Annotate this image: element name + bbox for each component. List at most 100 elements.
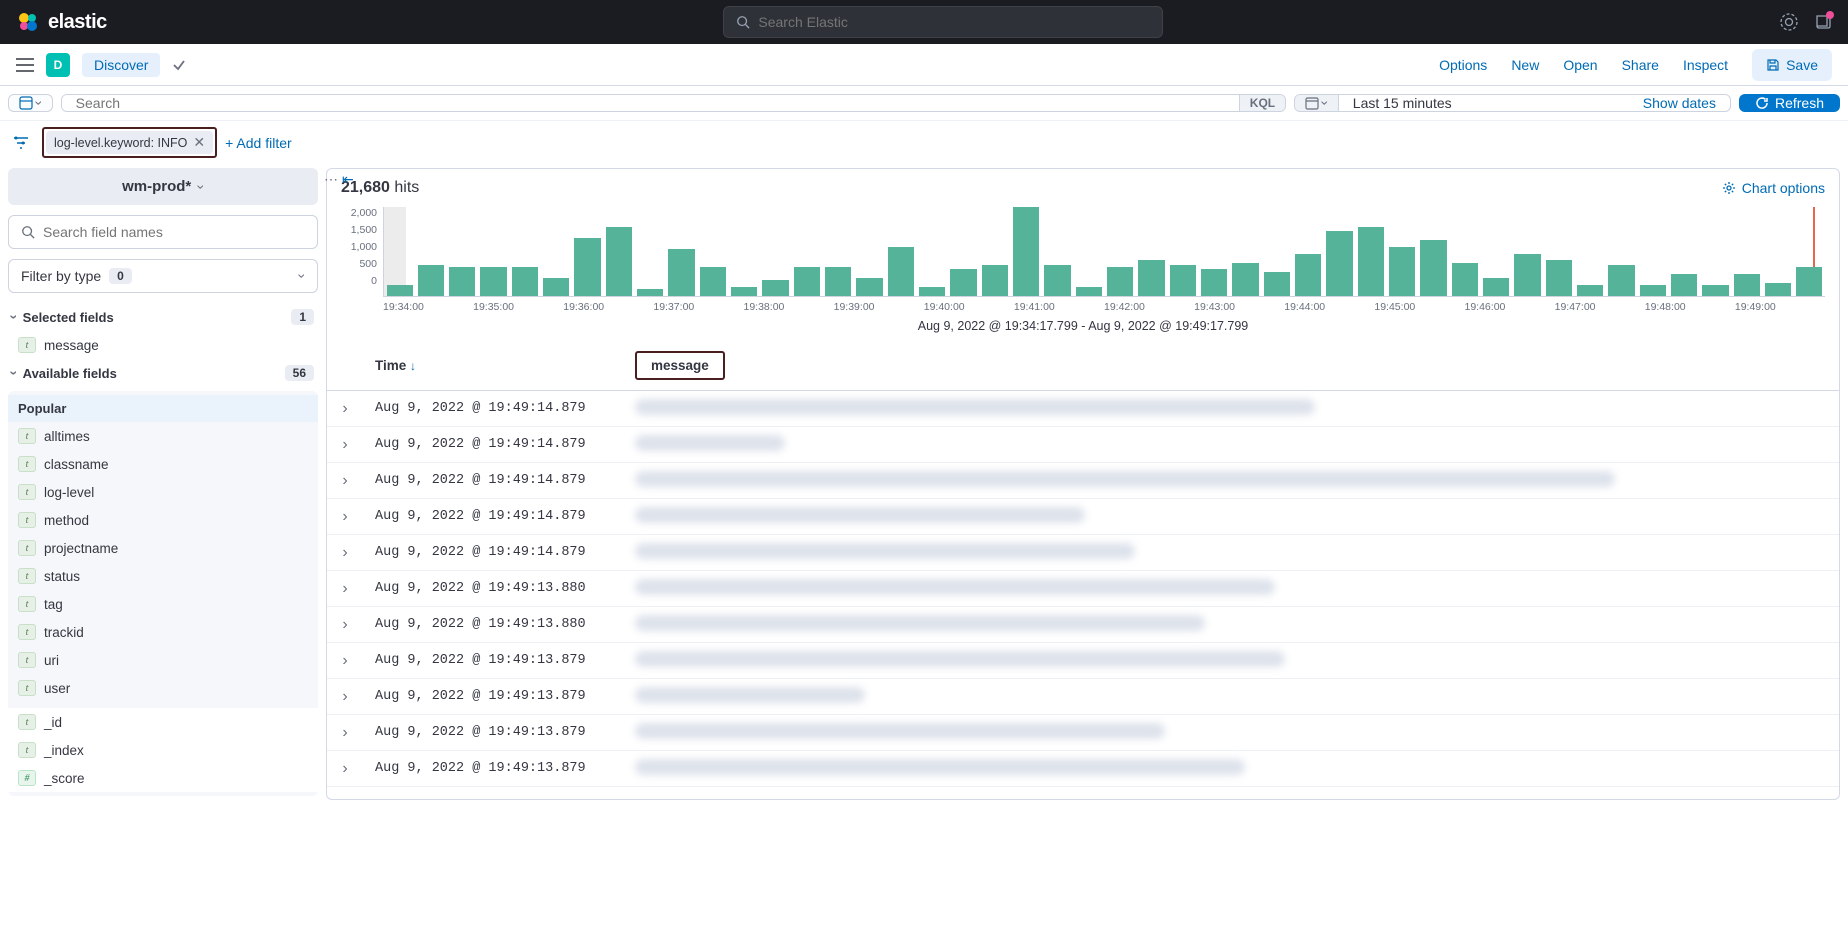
dataview-selector[interactable]: wm-prod* <box>8 168 318 205</box>
chart-bar[interactable] <box>731 287 757 296</box>
histogram-chart[interactable]: 2,0001,5001,0005000 19:34:0019:35:0019:3… <box>327 207 1839 341</box>
field-item[interactable]: tlog-level <box>8 478 318 506</box>
chart-bar[interactable] <box>1671 274 1697 296</box>
chart-bar[interactable] <box>387 285 413 296</box>
chart-bar[interactable] <box>1420 240 1446 296</box>
expand-row-button[interactable] <box>327 499 363 535</box>
open-link[interactable]: Open <box>1563 57 1597 73</box>
field-item[interactable]: t_index <box>8 736 318 764</box>
expand-row-button[interactable] <box>327 679 363 715</box>
expand-row-button[interactable] <box>327 535 363 571</box>
refresh-button[interactable]: Refresh <box>1739 94 1840 112</box>
column-time[interactable]: Time ↓ <box>363 341 623 391</box>
inspect-link[interactable]: Inspect <box>1683 57 1728 73</box>
filter-menu-icon[interactable] <box>8 134 34 152</box>
chart-bar[interactable] <box>1608 265 1634 296</box>
expand-row-button[interactable] <box>327 391 363 427</box>
new-link[interactable]: New <box>1511 57 1539 73</box>
chart-bar[interactable] <box>480 267 506 296</box>
field-item[interactable]: turi <box>8 646 318 674</box>
chart-bar[interactable] <box>982 265 1008 296</box>
share-link[interactable]: Share <box>1622 57 1659 73</box>
chart-bar[interactable] <box>449 267 475 296</box>
expand-row-button[interactable] <box>327 607 363 643</box>
selected-fields-header[interactable]: Selected fields 1 <box>8 303 318 331</box>
field-item[interactable]: tmethod <box>8 506 318 534</box>
chart-bar[interactable] <box>1796 267 1822 296</box>
save-button[interactable]: Save <box>1752 49 1832 81</box>
expand-row-button[interactable] <box>327 463 363 499</box>
collapse-icon[interactable]: ⇤ <box>342 171 354 188</box>
chart-bar[interactable] <box>1358 227 1384 296</box>
chart-bar[interactable] <box>1013 207 1039 296</box>
chart-bar[interactable] <box>1138 260 1164 296</box>
chart-bar[interactable] <box>637 289 663 296</box>
field-item[interactable]: #_score <box>8 764 318 792</box>
chart-bar[interactable] <box>1483 278 1509 296</box>
chart-bar[interactable] <box>1107 267 1133 296</box>
breadcrumb[interactable]: Discover <box>82 53 160 77</box>
query-input[interactable] <box>62 95 1239 111</box>
add-filter-button[interactable]: + Add filter <box>225 135 292 151</box>
filter-by-type[interactable]: Filter by type 0 <box>8 259 318 293</box>
field-item[interactable]: ttrackid <box>8 618 318 646</box>
chart-bar[interactable] <box>1326 231 1352 296</box>
chart-bar[interactable] <box>950 269 976 296</box>
options-link[interactable]: Options <box>1439 57 1487 73</box>
chart-bar[interactable] <box>825 267 851 296</box>
chart-bar[interactable] <box>1232 263 1258 296</box>
chart-bar[interactable] <box>1044 265 1070 296</box>
column-message[interactable]: message <box>623 341 1839 391</box>
chart-bar[interactable] <box>1734 274 1760 296</box>
field-item[interactable]: tmessage <box>8 331 318 359</box>
close-icon[interactable]: ✕ <box>193 134 205 151</box>
kql-toggle[interactable]: KQL <box>1239 95 1285 111</box>
chart-bar[interactable] <box>1765 283 1791 296</box>
chart-bar[interactable] <box>888 247 914 296</box>
chart-bar[interactable] <box>1452 263 1478 296</box>
chart-bar[interactable] <box>1201 269 1227 296</box>
space-avatar[interactable]: D <box>46 53 70 77</box>
chart-bar[interactable] <box>1264 272 1290 296</box>
newsfeed-icon[interactable] <box>1814 13 1832 31</box>
chart-bar[interactable] <box>1702 285 1728 296</box>
chart-bar[interactable] <box>1640 285 1666 296</box>
field-item[interactable]: tuser <box>8 674 318 702</box>
chart-bar[interactable] <box>794 267 820 296</box>
chart-bar[interactable] <box>919 287 945 296</box>
date-quick-button[interactable] <box>1295 95 1339 111</box>
field-item[interactable]: tclassname <box>8 450 318 478</box>
field-item[interactable]: ttag <box>8 590 318 618</box>
chart-bar[interactable] <box>1076 287 1102 296</box>
field-item[interactable]: tprojectname <box>8 534 318 562</box>
field-item[interactable]: tstatus <box>8 562 318 590</box>
chart-bar[interactable] <box>856 278 882 296</box>
expand-row-button[interactable] <box>327 751 363 787</box>
expand-row-button[interactable] <box>327 715 363 751</box>
field-item[interactable]: t_id <box>8 708 318 736</box>
show-dates-button[interactable]: Show dates <box>1629 95 1730 111</box>
available-fields-header[interactable]: Available fields 56 <box>8 359 318 387</box>
expand-row-button[interactable] <box>327 571 363 607</box>
chart-bar[interactable] <box>512 267 538 296</box>
help-icon[interactable] <box>1780 13 1798 31</box>
chart-options-button[interactable]: Chart options <box>1722 180 1825 196</box>
filter-pill[interactable]: log-level.keyword: INFO ✕ <box>46 131 213 154</box>
chart-bar[interactable] <box>606 227 632 296</box>
chart-bar[interactable] <box>418 265 444 296</box>
chart-bar[interactable] <box>1577 285 1603 296</box>
elastic-logo[interactable]: elastic <box>16 10 107 34</box>
dataview-menu-button[interactable] <box>8 94 53 112</box>
global-search[interactable] <box>723 6 1163 38</box>
expand-row-button[interactable] <box>327 643 363 679</box>
date-range-label[interactable]: Last 15 minutes <box>1339 95 1629 111</box>
global-search-input[interactable] <box>758 14 1150 30</box>
chart-bar[interactable] <box>1170 265 1196 296</box>
expand-row-button[interactable] <box>327 427 363 463</box>
chart-bar[interactable] <box>1546 260 1572 296</box>
more-icon[interactable]: ⋯ <box>324 171 338 188</box>
field-search-input[interactable] <box>43 224 305 240</box>
chart-bar[interactable] <box>1389 247 1415 296</box>
chart-bar[interactable] <box>1295 254 1321 296</box>
chart-bar[interactable] <box>668 249 694 296</box>
